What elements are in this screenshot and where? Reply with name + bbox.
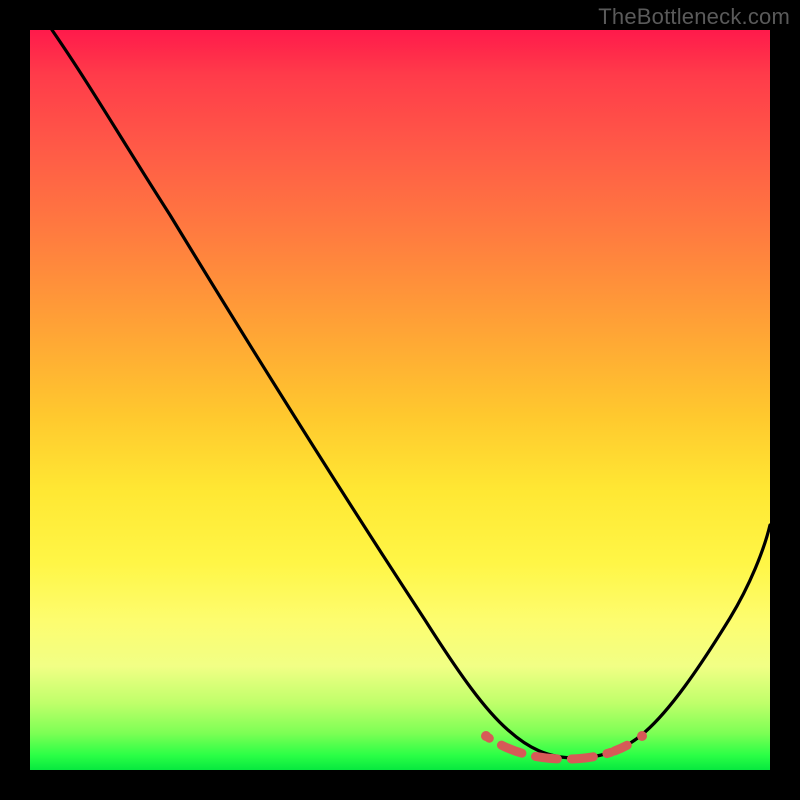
plot-area: [30, 30, 770, 770]
chart-frame: TheBottleneck.com: [0, 0, 800, 800]
optimal-range-marker: [30, 30, 770, 770]
watermark-text: TheBottleneck.com: [598, 4, 790, 30]
